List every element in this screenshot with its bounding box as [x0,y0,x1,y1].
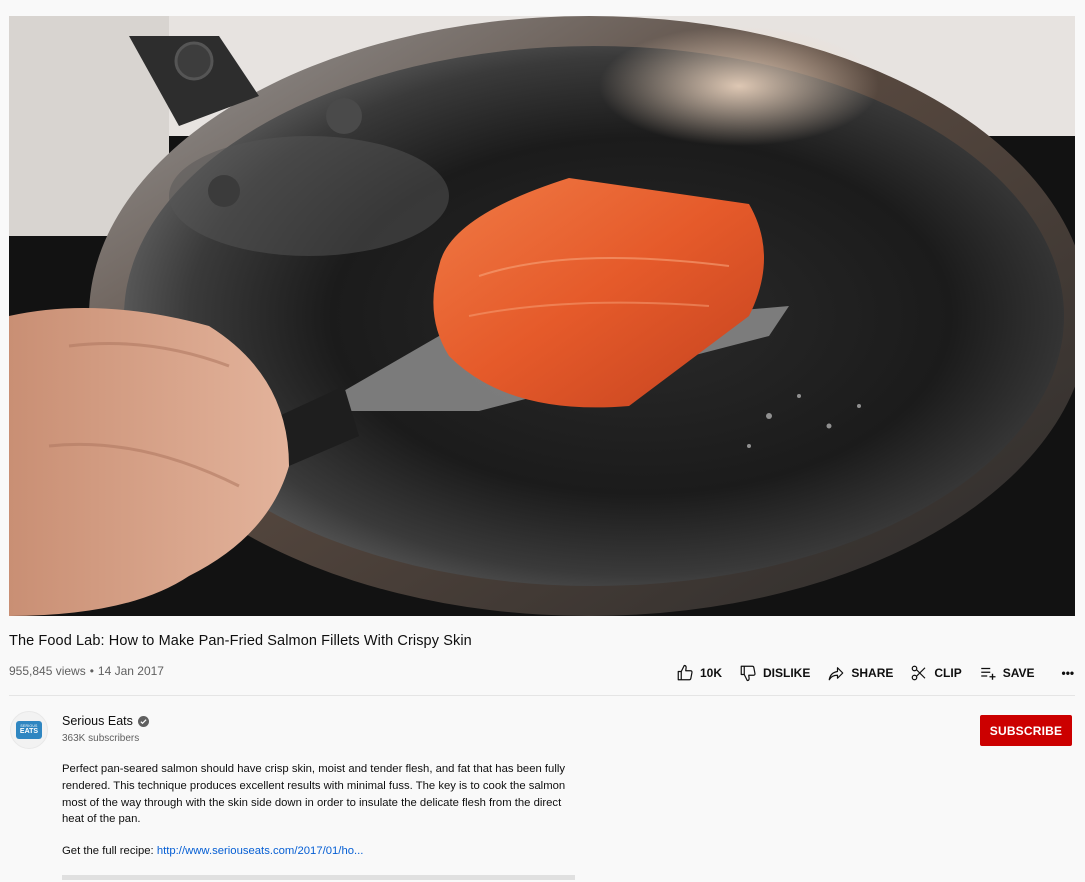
meta-separator: • [89,664,94,678]
action-bar: 10K DISLIKE SHARE CLIP SAVE ••• [676,662,1074,684]
verified-icon [137,715,149,727]
share-button[interactable]: SHARE [827,664,893,682]
video-meta: 955,845 views • 14 Jan 2017 [9,664,164,678]
upload-date: 14 Jan 2017 [97,664,164,678]
more-icon: ••• [1061,666,1075,680]
share-icon [829,667,844,681]
clip-label: CLIP [934,666,962,680]
dislike-button[interactable]: DISLIKE [739,664,810,682]
share-label: SHARE [851,666,894,680]
channel-name[interactable]: Serious Eats [62,714,149,728]
subscriber-count: 363K subscribers [62,733,140,744]
view-count: 955,845 views [9,664,86,678]
thumbs-up-icon [677,664,693,681]
thumbs-down-icon [740,665,756,682]
channel-logo: SERIOUS EATS [16,721,42,739]
video-description: Perfect pan-seared salmon should have cr… [62,763,566,826]
recipe-link[interactable]: http://www.seriouseats.com/2017/01/ho... [157,845,364,857]
scissors-icon [912,665,926,681]
like-button[interactable]: 10K [676,664,722,682]
recipe-prefix: Get the full recipe: [62,845,157,857]
dislike-label: DISLIKE [763,666,811,680]
save-button[interactable]: SAVE [979,664,1035,682]
save-label: SAVE [1002,666,1035,680]
like-count: 10K [700,666,723,680]
divider [9,695,1075,696]
more-actions-button[interactable]: ••• [1062,666,1075,680]
channel-avatar[interactable]: SERIOUS EATS [10,711,48,749]
video-title: The Food Lab: How to Make Pan-Fried Salm… [9,633,472,649]
channel-name-text[interactable]: Serious Eats [62,714,133,728]
video-frame [9,16,1075,616]
horizontal-scrollbar[interactable] [62,875,575,880]
recipe-line: Get the full recipe: http://www.seriouse… [62,845,363,857]
playlist-add-icon [980,667,996,680]
clip-button[interactable]: CLIP [910,664,962,682]
logo-text-bottom: EATS [19,728,39,735]
video-player[interactable] [9,16,1075,616]
subscribe-button[interactable]: SUBSCRIBE [980,715,1072,746]
